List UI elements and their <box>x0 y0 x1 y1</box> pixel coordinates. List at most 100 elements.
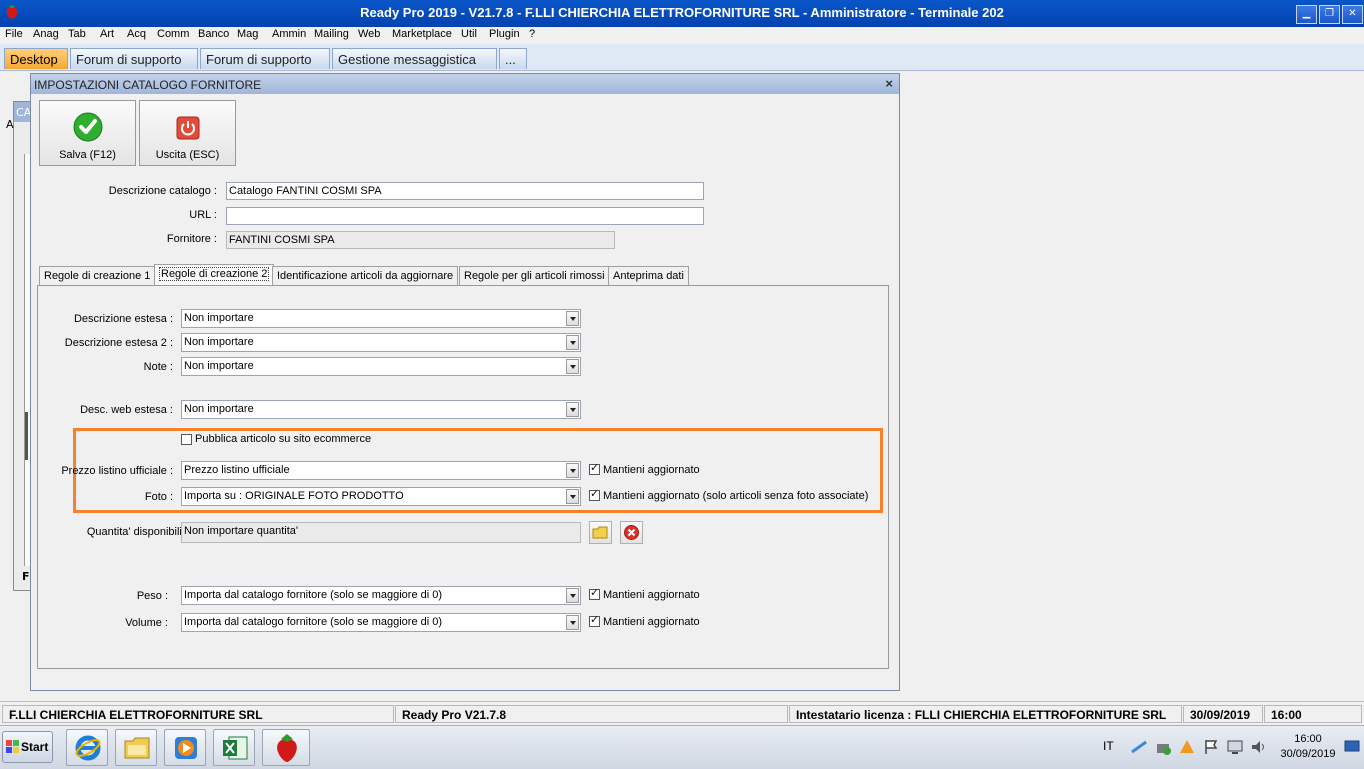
peso-value: Importa dal catalogo fornitore (solo se … <box>184 589 443 601</box>
status-date: 30/09/2019 <box>1183 705 1263 723</box>
background-window-label: A <box>6 118 14 131</box>
chevron-down-icon[interactable] <box>566 463 579 478</box>
save-button[interactable]: Salva (F12) <box>39 100 136 166</box>
foto-label: Foto : <box>144 491 173 503</box>
peso-label: Peso : <box>136 590 168 602</box>
volume-keep-label: Mantieni aggiornato <box>603 616 700 628</box>
document-tab-bar: Desktop Forum di supporto Forum di suppo… <box>0 44 1364 71</box>
catalog-settings-dialog: IMPOSTAZIONI CATALOGO FORNITORE × Salva … <box>30 73 900 691</box>
peso-select[interactable]: Importa dal catalogo fornitore (solo se … <box>181 586 581 605</box>
status-company: F.LLI CHIERCHIA ELETTROFORNITURE SRL <box>2 705 394 723</box>
tab-messaggistica[interactable]: Gestione messaggistica <box>332 48 497 69</box>
menu-web[interactable]: Web <box>358 28 380 40</box>
note-label: Note : <box>143 361 173 373</box>
clock-time[interactable]: 16:00 <box>1280 733 1336 745</box>
monitor-tray-icon[interactable] <box>1226 738 1244 756</box>
quantita-label: Quantita' disponibili : <box>86 526 188 538</box>
tab-regole-2[interactable]: Regole di creazione 2 <box>154 264 275 286</box>
chevron-down-icon[interactable] <box>566 615 579 630</box>
menu-file[interactable]: File <box>5 28 23 40</box>
menu-mailing[interactable]: Mailing <box>314 28 349 40</box>
menu-help[interactable]: ? <box>529 28 535 40</box>
tab-more[interactable]: ... <box>499 48 527 69</box>
folder-icon <box>592 526 608 539</box>
minimize-button[interactable]: ▁ <box>1296 5 1317 24</box>
show-desktop-icon[interactable] <box>1344 740 1360 754</box>
chevron-down-icon[interactable] <box>566 402 579 417</box>
excel-icon <box>223 736 248 760</box>
chevron-down-icon[interactable] <box>566 489 579 504</box>
menu-banco[interactable]: Banco <box>198 28 229 40</box>
window-title: Ready Pro 2019 - V21.7.8 - F.LLI CHIERCH… <box>360 5 1004 20</box>
taskbar-explorer[interactable] <box>115 729 157 766</box>
volume-select[interactable]: Importa dal catalogo fornitore (solo se … <box>181 613 581 632</box>
tab-identificazione[interactable]: Identificazione articoli da aggiornare <box>272 266 459 285</box>
menu-comm[interactable]: Comm <box>157 28 189 40</box>
menu-tab[interactable]: Tab <box>68 28 86 40</box>
tab-articoli-rimossi[interactable]: Regole per gli articoli rimossi <box>459 266 610 285</box>
menu-mag[interactable]: Mag <box>237 28 258 40</box>
alert-tray-icon[interactable] <box>1178 738 1196 756</box>
prezzo-value: Prezzo listino ufficiale <box>184 464 290 476</box>
taskbar-excel[interactable] <box>213 729 255 766</box>
usb-tray-icon[interactable] <box>1154 738 1172 756</box>
menu-marketplace[interactable]: Marketplace <box>392 28 452 40</box>
prezzo-select[interactable]: Prezzo listino ufficiale <box>181 461 581 480</box>
url-label: URL : <box>189 209 217 221</box>
desc-estesa-2-value: Non importare <box>184 336 254 348</box>
descrizione-label: Descrizione catalogo : <box>108 185 217 197</box>
tab-desktop[interactable]: Desktop <box>4 48 68 69</box>
foto-select[interactable]: Importa su : ORIGINALE FOTO PRODOTTO <box>181 487 581 506</box>
chevron-down-icon[interactable] <box>566 359 579 374</box>
taskbar-ready-pro[interactable] <box>262 729 310 766</box>
exit-button-label: Uscita (ESC) <box>155 149 220 161</box>
taskbar-media-player[interactable] <box>164 729 206 766</box>
desc-web-value: Non importare <box>184 403 254 415</box>
tab-forum-1[interactable]: Forum di supporto <box>70 48 198 69</box>
folder-button[interactable] <box>589 521 612 544</box>
menu-ammin[interactable]: Ammin <box>272 28 306 40</box>
clock-date[interactable]: 30/09/2019 <box>1276 748 1340 760</box>
desc-web-select[interactable]: Non importare <box>181 400 581 419</box>
dialog-close-icon[interactable]: × <box>885 76 893 91</box>
tab-anteprima[interactable]: Anteprima dati <box>608 266 689 285</box>
pubblica-checkbox[interactable] <box>181 434 192 445</box>
note-select[interactable]: Non importare <box>181 357 581 376</box>
status-time: 16:00 <box>1264 705 1362 723</box>
taskbar-ie[interactable] <box>66 729 108 766</box>
menu-util[interactable]: Util <box>461 28 477 40</box>
menu-art[interactable]: Art <box>100 28 114 40</box>
prezzo-keep-checkbox[interactable] <box>589 461 600 475</box>
chevron-down-icon[interactable] <box>566 311 579 326</box>
desc-estesa-2-select[interactable]: Non importare <box>181 333 581 352</box>
flag-tray-icon[interactable] <box>1202 738 1220 756</box>
clear-button[interactable] <box>620 521 643 544</box>
chevron-down-icon[interactable] <box>566 588 579 603</box>
volume-keep-checkbox[interactable] <box>589 613 600 627</box>
descrizione-input[interactable]: Catalogo FANTINI COSMI SPA <box>226 182 704 200</box>
background-window-footer: F <box>22 570 30 583</box>
menu-anag[interactable]: Anag <box>33 28 59 40</box>
network-tray-icon[interactable] <box>1130 738 1148 756</box>
chevron-down-icon[interactable] <box>566 335 579 350</box>
restore-button[interactable]: ❐ <box>1319 5 1340 24</box>
tab-forum-2[interactable]: Forum di supporto <box>200 48 330 69</box>
menu-acq[interactable]: Acq <box>127 28 146 40</box>
quantita-field: Non importare quantita' <box>181 522 581 543</box>
tab-regole-1[interactable]: Regole di creazione 1 <box>39 266 156 285</box>
strawberry-app-icon <box>277 734 297 762</box>
fornitore-field: FANTINI COSMI SPA <box>226 231 615 249</box>
note-value: Non importare <box>184 360 254 372</box>
peso-keep-checkbox[interactable] <box>589 586 600 600</box>
power-icon <box>176 116 200 140</box>
close-window-button[interactable]: ✕ <box>1342 5 1363 24</box>
taskbar: Start IT 16:00 30/09/2019 <box>0 725 1364 769</box>
volume-tray-icon[interactable] <box>1250 738 1268 756</box>
language-indicator[interactable]: IT <box>1103 739 1114 753</box>
foto-keep-checkbox[interactable] <box>589 487 600 501</box>
menu-plugin[interactable]: Plugin <box>489 28 520 40</box>
url-input[interactable] <box>226 207 704 225</box>
desc-estesa-select[interactable]: Non importare <box>181 309 581 328</box>
exit-button[interactable]: Uscita (ESC) <box>139 100 236 166</box>
start-button[interactable]: Start <box>2 731 53 763</box>
